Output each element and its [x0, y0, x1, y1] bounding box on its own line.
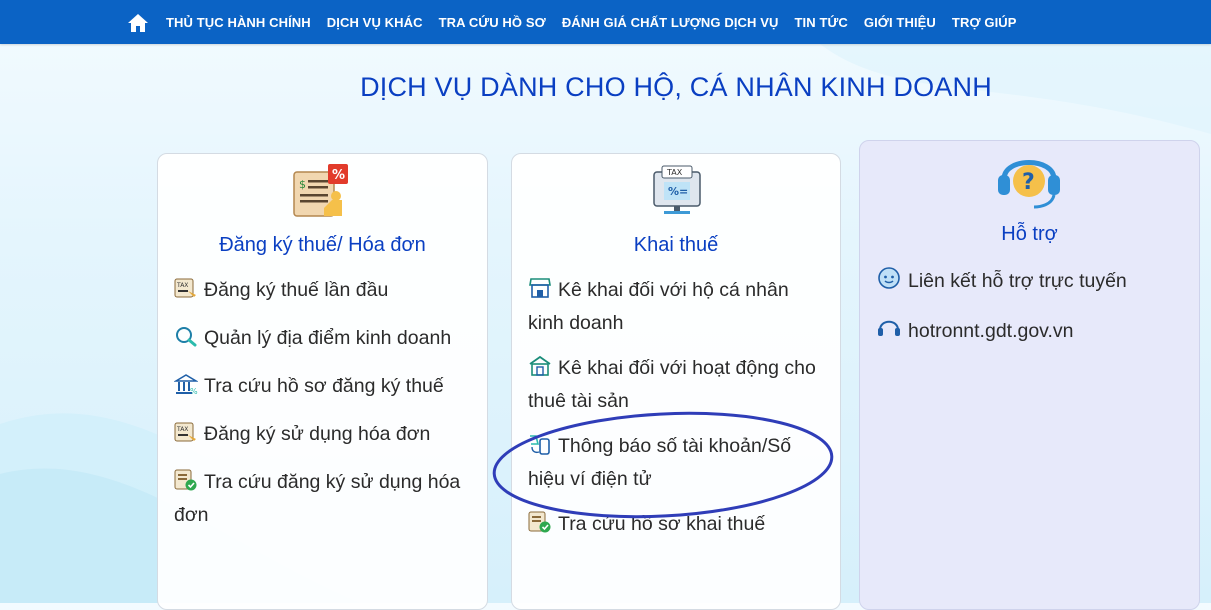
svg-text:%: %	[332, 168, 345, 183]
item-label: Đăng ký thuế lần đầu	[204, 279, 389, 301]
tax-document-icon: TAX	[174, 278, 196, 298]
nav-menu: THỦ TỤC HÀNH CHÍNH DỊCH VỤ KHÁC TRA CỨU …	[166, 0, 1033, 44]
item-label: Tra cứu đăng ký sử dụng hóa đơn	[174, 471, 461, 526]
item-label: Thông báo số tài khoản/Số hiệu ví điện t…	[528, 435, 792, 490]
card-khai-thue: TAX %= Khai thuế Kê khai đối với hộ cá n…	[511, 153, 841, 610]
support-agent-icon	[878, 267, 900, 289]
home-icon[interactable]	[126, 11, 150, 35]
invoice-percent-icon: $ %	[293, 164, 348, 217]
service-tra-cuu-ho-so-khai-thue[interactable]: Tra cứu hồ sơ khai thuế	[528, 508, 765, 541]
item-label: hotronnt.gdt.gov.vn	[908, 320, 1074, 342]
item-label: Kê khai đối với hoạt động cho thuê tài s…	[528, 357, 816, 412]
headset-icon	[878, 320, 900, 336]
card-ho-tro: ? Hỗ trợ Liên kết hỗ trợ trực tuyến hotr…	[859, 140, 1200, 610]
search-location-icon	[176, 327, 197, 347]
support-email-link[interactable]: hotronnt.gdt.gov.vn	[876, 315, 1074, 348]
service-thong-bao-so-tai-khoan[interactable]: Thông báo số tài khoản/Số hiệu ví điện t…	[528, 430, 818, 496]
wallet-phone-icon	[530, 435, 550, 455]
card-dang-ky-thue: $ % Đăng ký thuế/ Hóa đơn TAX Đăng ký th…	[157, 153, 488, 610]
nav-item-dich-vu-khac[interactable]: DỊCH VỤ KHÁC	[327, 15, 423, 30]
service-dang-ky-su-dung-hoa-don[interactable]: TAX Đăng ký sử dụng hóa đơn	[174, 418, 430, 451]
service-dang-ky-thue-lan-dau[interactable]: TAX Đăng ký thuế lần đầu	[174, 274, 388, 307]
card-title: Đăng ký thuế/ Hóa đơn	[219, 234, 426, 256]
headset-help-icon: ?	[998, 160, 1060, 209]
item-label: Liên kết hỗ trợ trực tuyến	[908, 270, 1127, 292]
item-label: Kê khai đối với hộ cá nhân kinh doanh	[528, 279, 789, 334]
item-label: Tra cứu hồ sơ khai thuế	[558, 513, 766, 535]
svg-text:TAX: TAX	[176, 282, 188, 289]
svg-text:?: ?	[1022, 170, 1035, 195]
tax-document-icon: TAX	[174, 422, 196, 442]
svg-text:$: $	[299, 178, 306, 191]
item-label: Đăng ký sử dụng hóa đơn	[204, 423, 431, 445]
service-ke-khai-ho-ca-nhan[interactable]: Kê khai đối với hộ cá nhân kinh doanh	[528, 274, 818, 340]
property-icon	[529, 355, 551, 376]
svg-text:%=: %=	[668, 185, 688, 198]
bank-icon: %	[174, 374, 198, 395]
service-tra-cuu-ho-so-dkt[interactable]: % Tra cứu hồ sơ đăng ký thuế	[174, 370, 444, 403]
tax-monitor-icon: TAX %=	[653, 165, 701, 214]
item-label: Tra cứu hồ sơ đăng ký thuế	[204, 375, 444, 397]
service-quan-ly-dia-diem[interactable]: Quản lý địa điểm kinh doanh	[174, 322, 451, 355]
top-navbar: THỦ TỤC HÀNH CHÍNH DỊCH VỤ KHÁC TRA CỨU …	[0, 0, 1211, 44]
store-icon	[529, 278, 551, 298]
item-label: Quản lý địa điểm kinh doanh	[204, 327, 452, 349]
card-title: Khai thuế	[633, 234, 719, 256]
svg-text:TAX: TAX	[176, 426, 188, 433]
document-check-icon	[528, 511, 551, 533]
document-check-icon	[174, 469, 197, 491]
card-title: Hỗ trợ	[1001, 223, 1058, 245]
nav-item-thu-tuc-hanh-chinh[interactable]: THỦ TỤC HÀNH CHÍNH	[166, 15, 311, 30]
svg-text:TAX: TAX	[666, 168, 683, 177]
nav-item-tin-tuc[interactable]: TIN TỨC	[795, 15, 848, 30]
support-lien-ket-truc-tuyen[interactable]: Liên kết hỗ trợ trực tuyến	[876, 265, 1127, 298]
service-ke-khai-cho-thue-tai-san[interactable]: Kê khai đối với hoạt động cho thuê tài s…	[528, 352, 818, 418]
service-tra-cuu-dk-hoa-don[interactable]: Tra cứu đăng ký sử dụng hóa đơn	[174, 466, 474, 532]
nav-item-tro-giup[interactable]: TRỢ GIÚP	[952, 15, 1017, 30]
svg-text:%: %	[190, 387, 198, 395]
nav-item-danh-gia[interactable]: ĐÁNH GIÁ CHẤT LƯỢNG DỊCH VỤ	[562, 15, 779, 30]
page-title: DỊCH VỤ DÀNH CHO HỘ, CÁ NHÂN KINH DOANH	[360, 72, 992, 102]
nav-item-tra-cuu-ho-so[interactable]: TRA CỨU HỒ SƠ	[439, 15, 546, 30]
nav-item-gioi-thieu[interactable]: GIỚI THIỆU	[864, 15, 936, 30]
